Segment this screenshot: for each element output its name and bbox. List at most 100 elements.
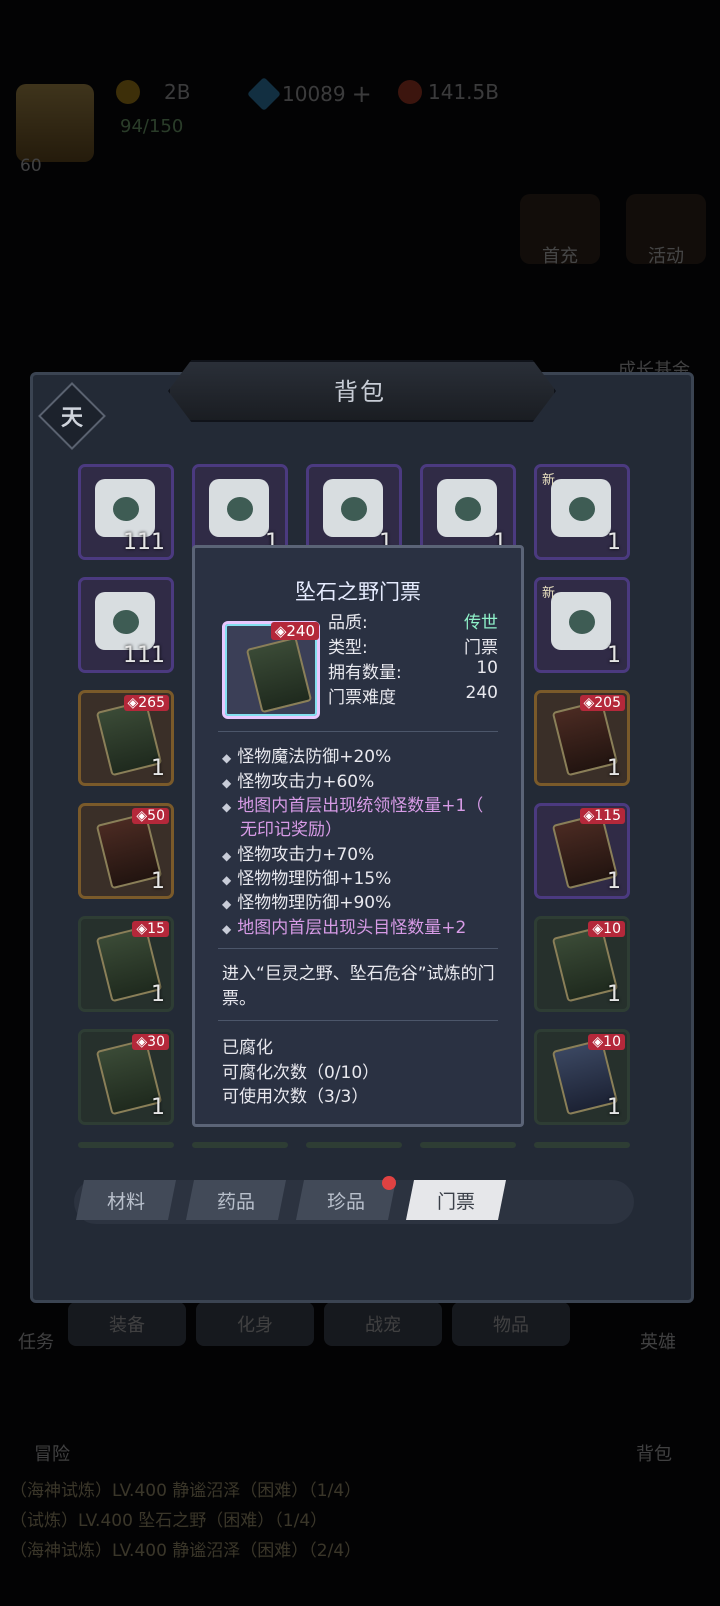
bottom-tab-bar: 装备 化身 战宠 物品 — [68, 1302, 570, 1346]
item-slot[interactable]: ◈10 1 — [534, 1029, 630, 1125]
diamond-icon — [247, 77, 281, 111]
difficulty-badge: ◈50 — [474, 1147, 511, 1148]
quest-line[interactable]: （试炼）LV.400 坠石之野（困难）（1/4） — [10, 1506, 327, 1531]
ticket-icon — [95, 699, 163, 777]
difficulty-badge: ◈15 — [132, 921, 169, 937]
power-icon — [398, 80, 422, 104]
item-quantity: 111 — [123, 530, 165, 555]
item-slot[interactable]: 111 — [78, 577, 174, 673]
attribute-line: ◆ 怪物物理防御+15% — [222, 869, 392, 889]
bag-title: 背包 — [334, 378, 386, 406]
diamond-counter: 10089 + — [247, 77, 372, 111]
quest-line[interactable]: （海神试炼）LV.400 静谧沼泽（困难）（2/4） — [10, 1536, 361, 1561]
activity-button[interactable]: 活动 — [626, 194, 706, 267]
ticket-icon — [551, 1038, 619, 1116]
stat-type: 类型: 门票 — [328, 638, 498, 658]
ticket-icon — [95, 925, 163, 1003]
item-quantity: 1 — [151, 1095, 165, 1120]
ticket-icon — [551, 925, 619, 1003]
ticket-icon — [245, 636, 313, 714]
item-slot[interactable]: ◈50 — [420, 1142, 516, 1148]
tooltip-item-icon: ◈240 — [222, 621, 320, 719]
attribute-line: ◆ 怪物魔法防御+20% — [222, 747, 392, 767]
item-quantity: 111 — [123, 643, 165, 668]
tab-potions[interactable]: 药品 — [186, 1180, 286, 1220]
difficulty-badge: ◈30 — [132, 1034, 169, 1050]
difficulty-badge: ◈40 — [588, 1147, 625, 1148]
bag-item-icon — [209, 479, 273, 543]
divider — [218, 731, 498, 732]
quest-line[interactable]: （海神试炼）LV.400 静谧沼泽（困难）（1/4） — [10, 1476, 361, 1501]
item-quantity: 1 — [607, 1095, 621, 1120]
item-quantity: 1 — [607, 756, 621, 781]
heroes-button[interactable]: 英雄 — [640, 1328, 676, 1354]
add-diamond-icon[interactable]: + — [352, 80, 372, 108]
difficulty-badge: ◈265 — [123, 695, 169, 711]
tooltip-title: 坠石之野门票 — [295, 580, 421, 604]
item-quantity: 1 — [607, 982, 621, 1007]
ticket-icon — [551, 812, 619, 890]
item-slot[interactable]: 新1 — [534, 464, 630, 560]
item-slot[interactable]: ◈40 — [306, 1142, 402, 1148]
item-quantity: 1 — [607, 530, 621, 555]
tab-items[interactable]: 物品 — [452, 1302, 570, 1346]
attribute-line: ◆ 地图内首层出现统领怪数量+1（ — [222, 796, 484, 816]
difficulty-badge: ◈115 — [579, 808, 625, 824]
difficulty-badge: ◈30 — [246, 1147, 283, 1148]
stamina-counter: 94/150 — [120, 116, 184, 137]
tab-materials[interactable]: 材料 — [76, 1180, 176, 1220]
difficulty-badge: ◈10 — [588, 921, 625, 937]
attribute-line: ◆ 地图内首层出现头目怪数量+2 — [222, 918, 467, 938]
item-slot[interactable]: ◈30 — [192, 1142, 288, 1148]
item-slot[interactable]: ◈265 1 — [78, 690, 174, 786]
difficulty-badge: ◈240 — [270, 622, 319, 640]
divider — [218, 948, 498, 949]
attribute-line: ◆ 怪物攻击力+60% — [222, 772, 375, 792]
item-quantity: 1 — [607, 643, 621, 668]
item-slot[interactable]: ◈115 1 — [534, 803, 630, 899]
bag-item-icon — [323, 479, 387, 543]
item-slot[interactable]: ◈205 1 — [534, 690, 630, 786]
divider — [218, 1020, 498, 1021]
difficulty-badge: ◈30 — [132, 1147, 169, 1148]
ticket-icon — [95, 812, 163, 890]
backpack-button[interactable]: 背包 — [636, 1440, 672, 1466]
item-slot[interactable]: ◈40 — [534, 1142, 630, 1148]
item-quantity: 1 — [151, 982, 165, 1007]
item-slot[interactable]: ◈15 1 — [78, 916, 174, 1012]
tab-tickets[interactable]: 门票 — [406, 1180, 506, 1220]
task-button[interactable]: 任务 — [18, 1328, 54, 1354]
notification-dot — [382, 1176, 396, 1190]
tab-pet[interactable]: 战宠 — [324, 1302, 442, 1346]
ticket-icon — [551, 699, 619, 777]
item-slot[interactable]: ◈30 1 — [78, 1029, 174, 1125]
corrupt-count: 可腐化次数（0/10） — [222, 1063, 380, 1083]
new-tag: 新 — [542, 473, 556, 488]
bag-item-icon — [551, 592, 615, 656]
adventure-button[interactable]: 冒险 — [34, 1440, 70, 1466]
item-slot[interactable]: ◈50 1 — [78, 803, 174, 899]
item-quantity: 1 — [151, 869, 165, 894]
bag-item-icon — [437, 479, 501, 543]
stat-difficulty: 门票难度 240 — [328, 683, 498, 708]
ticket-icon — [95, 1038, 163, 1116]
difficulty-badge: ◈10 — [588, 1034, 625, 1050]
difficulty-badge: ◈40 — [360, 1147, 397, 1148]
attribute-line: ◆ 怪物物理防御+90% — [222, 893, 392, 913]
item-slot[interactable]: 111 — [78, 464, 174, 560]
item-slot[interactable]: 新1 — [534, 577, 630, 673]
attribute-line: 无印记奖励） — [240, 820, 342, 840]
item-description: 进入“巨灵之野、坠石危谷”试炼的门票。 — [222, 964, 495, 1009]
bag-item-icon — [551, 479, 615, 543]
difficulty-badge: ◈50 — [132, 808, 169, 824]
tab-equipment[interactable]: 装备 — [68, 1302, 186, 1346]
item-slot[interactable]: ◈10 1 — [534, 916, 630, 1012]
item-slot[interactable]: ◈30 — [78, 1142, 174, 1148]
player-avatar[interactable] — [16, 84, 94, 162]
tab-treasures[interactable]: 珍品 — [296, 1180, 396, 1220]
item-quantity: 1 — [151, 756, 165, 781]
first-recharge-button[interactable]: 首充 — [520, 194, 600, 267]
stat-owned: 拥有数量: 10 — [328, 658, 498, 683]
player-level: 60 — [20, 156, 42, 176]
tab-avatar[interactable]: 化身 — [196, 1302, 314, 1346]
